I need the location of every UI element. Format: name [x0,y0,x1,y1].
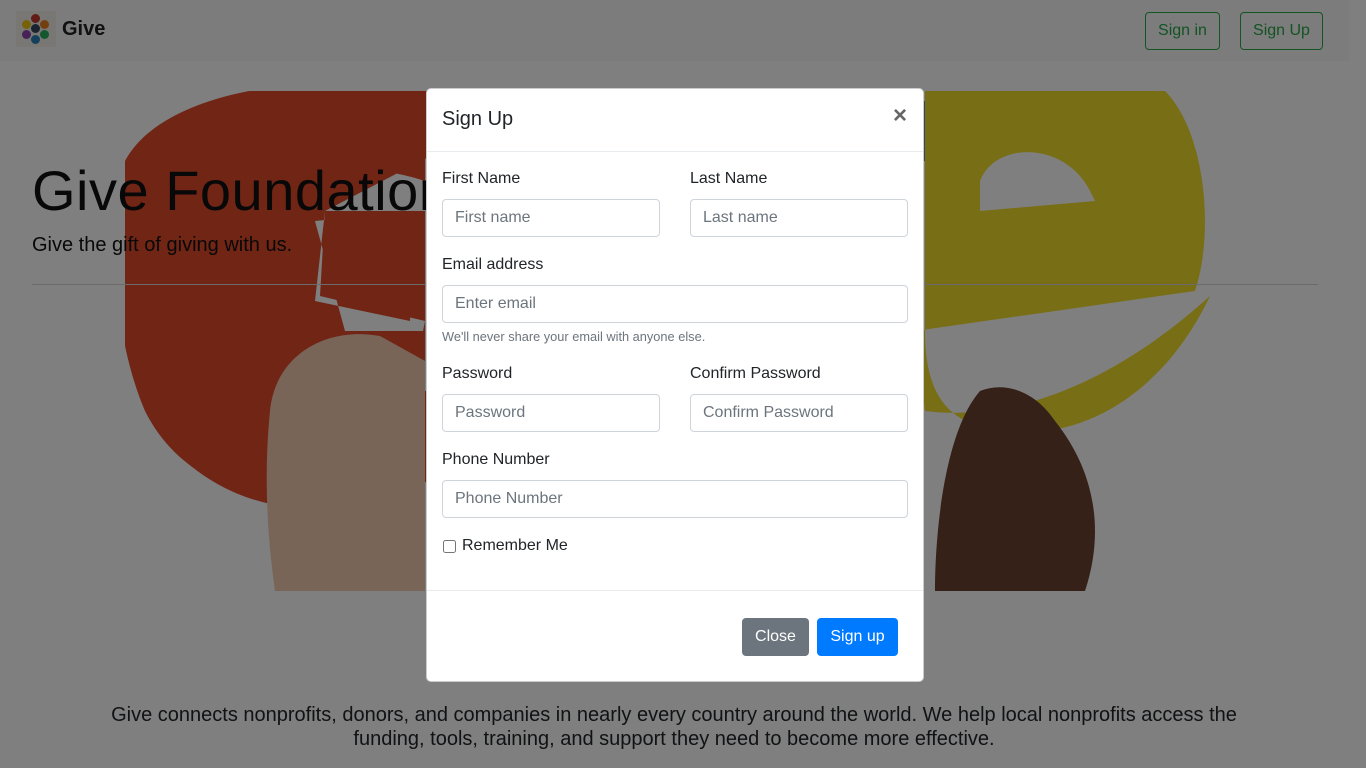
phone-label: Phone Number [442,451,550,468]
remember-me-checkbox[interactable] [443,539,456,553]
email-help-text: We'll never share your email with anyone… [442,329,706,344]
modal-footer: Close Sign up [427,590,923,682]
last-name-label: Last Name [690,170,768,187]
last-name-input[interactable] [690,199,908,237]
remember-me-row[interactable]: Remember Me [442,537,568,555]
modal-title: Sign Up [442,108,514,130]
email-input[interactable] [442,285,908,323]
first-name-input[interactable] [442,199,660,237]
close-icon[interactable]: × [893,103,907,129]
phone-input[interactable] [442,480,908,518]
remember-me-label: Remember Me [462,537,568,554]
password-label: Password [442,365,513,382]
first-name-label: First Name [442,170,521,187]
email-label: Email address [442,256,544,273]
password-input[interactable] [442,394,660,432]
close-button[interactable]: Close [742,618,809,656]
confirm-password-label: Confirm Password [690,365,821,382]
confirm-password-input[interactable] [690,394,908,432]
modal-header: Sign Up × [427,89,923,152]
signup-modal: Sign Up × First Name Last Name Email add… [426,88,924,682]
signup-submit-button[interactable]: Sign up [817,618,898,656]
